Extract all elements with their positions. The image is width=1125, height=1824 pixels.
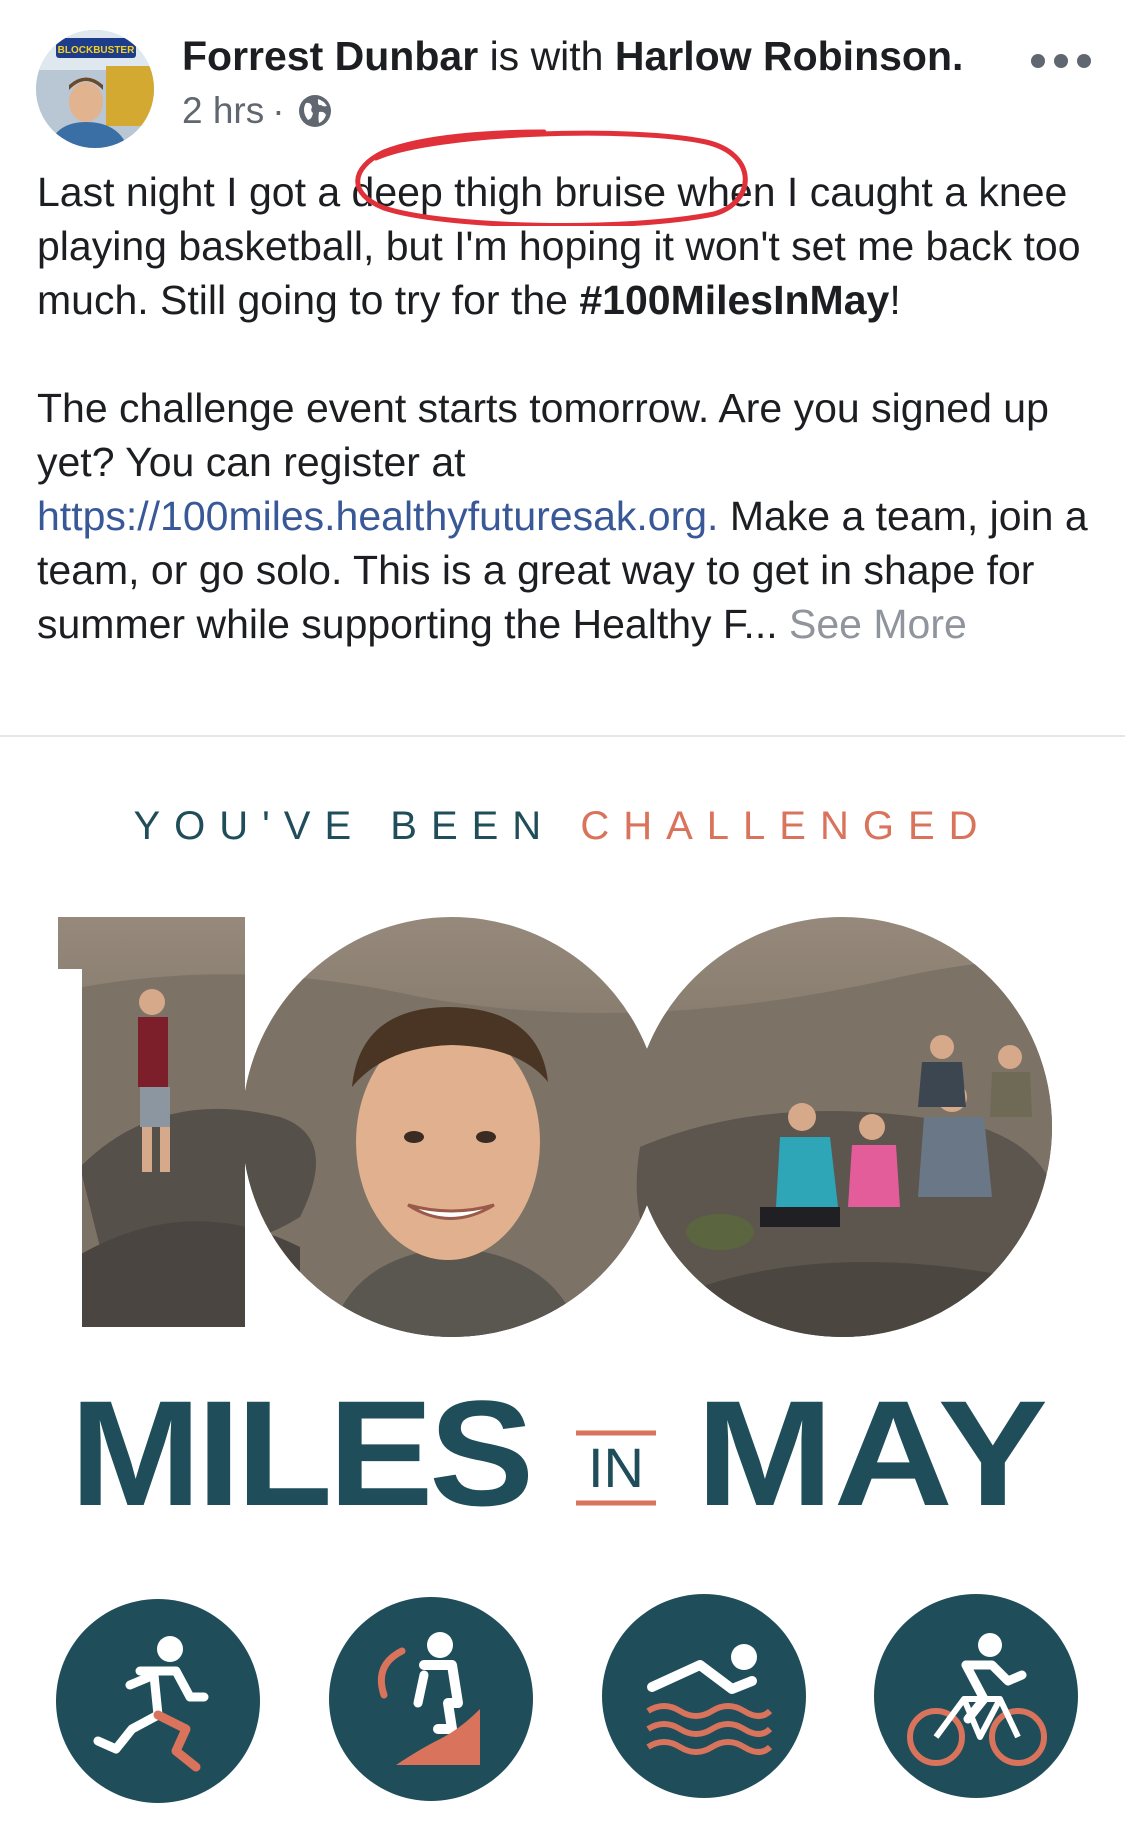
post-timestamp[interactable]: 2 hrs (182, 86, 264, 136)
more-options-button[interactable] (1031, 46, 1091, 76)
more-dot (1077, 54, 1091, 68)
post-paragraph-2: The challenge event starts tomorrow. Are… (37, 381, 1097, 651)
more-horizontal-icon (1031, 54, 1045, 68)
cycling-icon (874, 1594, 1078, 1798)
highlighted-phrase: deep thigh bruise (351, 169, 667, 215)
avatar[interactable]: BLOCKBUSTER (36, 30, 154, 148)
more-dot (1054, 54, 1068, 68)
miles-word: MILES (70, 1377, 530, 1537)
post-image[interactable]: YOU'VE BEEN CHALLENGED MILES IN MAY (0, 737, 1125, 1824)
with-text: is with (489, 33, 604, 79)
author-line: Forrest Dunbar is with Harlow Robinson. (182, 30, 963, 82)
meta-separator: · (272, 90, 285, 131)
text-span: ! (889, 277, 901, 323)
tagged-person[interactable]: Harlow Robinson. (615, 33, 964, 79)
avatar-sign-text: BLOCKBUSTER (58, 45, 135, 56)
swimming-icon (602, 1594, 806, 1798)
challenge-heading: YOU'VE BEEN CHALLENGED (0, 804, 1125, 849)
register-link[interactable]: https://100miles.healthyfuturesak.org. (37, 493, 718, 539)
text-span: Last night I got a (37, 169, 352, 215)
challenge-heading-dark: YOU'VE BEEN (133, 804, 556, 848)
text-span: The challenge event starts tomorrow. Are… (37, 385, 1049, 485)
author-name[interactable]: Forrest Dunbar (182, 33, 478, 79)
post-paragraph-1: Last night I got a deep thigh bruise whe… (37, 165, 1097, 327)
hiking-icon (329, 1597, 533, 1801)
see-more-link[interactable]: See More (789, 601, 967, 647)
hashtag-link[interactable]: #100MilesInMay (579, 277, 889, 323)
in-word: IN (588, 1436, 644, 1499)
miles-in-may-title: MILES IN MAY (70, 1377, 1048, 1537)
post-header: BLOCKBUSTER Forrest Dunbar is with Harlo… (0, 0, 1125, 160)
hundred-photo-graphic (58, 917, 1052, 1337)
running-icon (56, 1599, 260, 1803)
activity-icons-row (56, 1594, 1078, 1803)
avatar-photo: BLOCKBUSTER (36, 30, 154, 148)
challenge-heading-accent: CHALLENGED (580, 804, 992, 848)
globe-icon[interactable] (297, 93, 333, 129)
post-meta: 2 hrs · (182, 86, 333, 136)
post-text: Last night I got a deep thigh bruise whe… (37, 165, 1097, 651)
may-word: MAY (696, 1377, 1048, 1537)
